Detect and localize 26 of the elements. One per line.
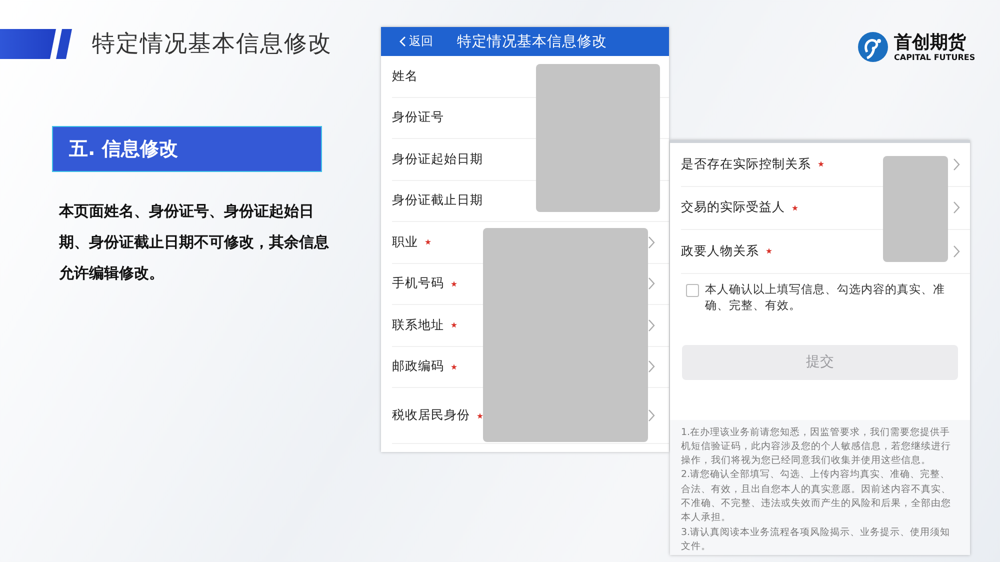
field-label: 联系地址 xyxy=(392,316,444,334)
confirm-text: 本人确认以上填写信息、勾选内容的真实、准确、完整、有效。 xyxy=(705,280,946,314)
checkbox[interactable] xyxy=(686,284,699,296)
slide-title: 特定情况基本信息修改 xyxy=(92,30,332,59)
field-label: 手机号码 xyxy=(392,275,444,292)
field-label: 姓名 xyxy=(392,68,418,85)
field-label: 职业 xyxy=(392,234,418,251)
section-heading: 五. 信息修改 xyxy=(52,126,322,172)
field-label: 是否存在实际控制关系 xyxy=(681,156,811,173)
field-label: 邮政编码 xyxy=(392,358,444,376)
note-text: 3.请认真阅读本业务流程各项风险揭示、业务提示、使用须知文件。 xyxy=(681,526,952,554)
field-label: 身份证起始日期 xyxy=(392,150,483,168)
screen-title: 特定情况基本信息修改 xyxy=(457,32,607,51)
field-label: 交易的实际受益人 xyxy=(681,199,785,216)
note-text: 1.在办理该业务前请您知悉，因监管要求，我们需要您提供手机短信验证码，此内容涉及您的个人敏感信息，若您继续进行操作，我们将视为您已经同意我们收集并使用这些信息。 xyxy=(681,426,952,468)
field-label: 政要人物关系 xyxy=(681,242,759,260)
note-text: 2.请您确认全部填写、勾选、上传内容均真实、准确、完整、合法、有效，且出自您本人的真实意愿。因前述内容不真实、不准确、不完整、违法或失效而产生的风险和后果，全部由您本人承担。 xyxy=(681,468,952,526)
logo-subtitle: CAPITAL FUTURES xyxy=(894,52,976,62)
logo-name: 首创期货 xyxy=(894,32,967,52)
field-label: 身份证截止日期 xyxy=(392,192,483,210)
logo-icon xyxy=(858,32,888,62)
field-label: 身份证号 xyxy=(392,109,444,126)
back-button[interactable]: 返回 xyxy=(381,33,433,50)
field-label: 税收居民身份 xyxy=(392,407,470,424)
chevron-left-icon xyxy=(399,36,406,47)
description-text: 本页面姓名、身份证号、身份证起始日期、身份证截止日期不可修改，其余信息允许编辑修改。 xyxy=(59,201,330,284)
